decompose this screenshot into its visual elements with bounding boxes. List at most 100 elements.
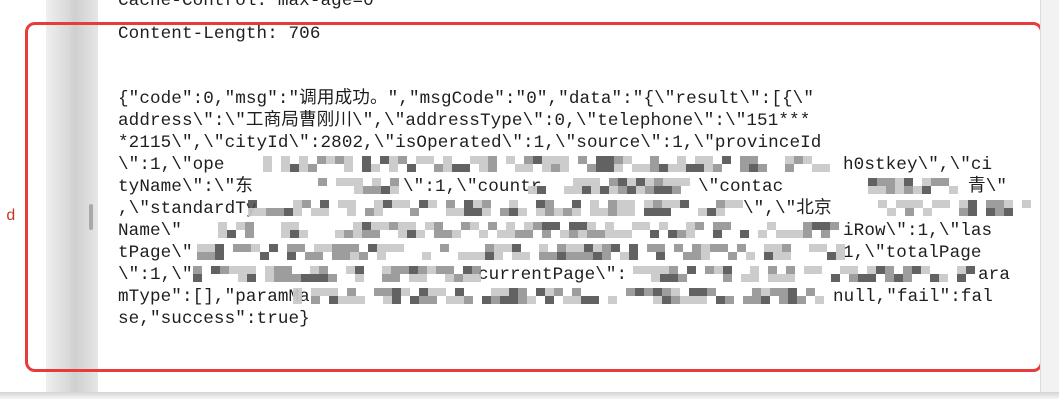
redaction-pixel bbox=[614, 230, 623, 238]
redaction-pixel bbox=[365, 208, 374, 216]
redaction-pixel bbox=[596, 156, 605, 164]
redaction-pixel bbox=[687, 266, 696, 274]
redaction-pixel bbox=[557, 244, 566, 252]
redaction-pixel bbox=[275, 208, 284, 216]
redaction-pixel bbox=[362, 156, 371, 164]
redaction-pixel bbox=[494, 252, 503, 260]
redaction-pixel bbox=[308, 164, 317, 172]
redaction-pixel bbox=[662, 208, 671, 216]
redaction-pixel bbox=[220, 266, 229, 274]
redaction-pixel bbox=[390, 178, 399, 186]
redaction-pixel bbox=[858, 274, 867, 282]
redaction-pixel bbox=[500, 296, 509, 304]
redaction-pixel bbox=[885, 274, 894, 282]
redaction-pixel bbox=[359, 252, 368, 260]
redaction-pixel bbox=[746, 252, 755, 260]
redaction-pixel bbox=[265, 266, 274, 274]
redaction-pixel bbox=[815, 296, 824, 304]
redaction-pixel bbox=[506, 230, 515, 238]
redaction-pixel bbox=[344, 156, 353, 164]
gutter-splitter-handle[interactable] bbox=[89, 204, 93, 230]
body-line-2: address\":\"工商局曹刚川\",\"addressType\":0,\… bbox=[118, 111, 811, 131]
redaction-pixel bbox=[353, 230, 362, 238]
redaction-pixel bbox=[669, 266, 678, 274]
redaction-pixel bbox=[644, 208, 653, 216]
redaction-pixel bbox=[617, 208, 626, 216]
redaction-pixel bbox=[836, 252, 845, 260]
redaction-pixel bbox=[463, 274, 472, 282]
bottom-edge bbox=[0, 392, 1059, 399]
redaction-pixel bbox=[233, 244, 242, 252]
fragment-irow: iRow\":1,\"las bbox=[843, 221, 993, 241]
redaction-pixel bbox=[689, 288, 698, 296]
redaction-pixel bbox=[713, 222, 722, 230]
redaction-pixel bbox=[551, 164, 560, 172]
redaction-pixel bbox=[768, 274, 777, 282]
body-line-1: {"code":0,"msg":"调用成功。","msgCode":"0","d… bbox=[118, 89, 814, 109]
redaction-pixel bbox=[728, 252, 737, 260]
redaction-pixel bbox=[310, 266, 319, 274]
redaction-pixel bbox=[401, 200, 410, 208]
redaction-pixel bbox=[575, 252, 584, 260]
redaction-pixel bbox=[653, 296, 662, 304]
redaction-pixel bbox=[912, 266, 921, 274]
redaction-pixel bbox=[320, 288, 329, 296]
redaction-pixel bbox=[656, 244, 665, 252]
redaction-pixel bbox=[410, 208, 419, 216]
redaction-pixel bbox=[782, 252, 791, 260]
redaction-pixel bbox=[599, 208, 608, 216]
redaction-pixel bbox=[283, 274, 292, 282]
redaction-pixel bbox=[707, 208, 716, 216]
margin-marker: d bbox=[6, 207, 16, 225]
redaction-pixel bbox=[608, 296, 617, 304]
redaction-pixel bbox=[668, 164, 677, 172]
body-line-7: Name\" bbox=[118, 221, 182, 241]
redaction-pixel bbox=[773, 244, 782, 252]
fragment-country: \":1,\"countr bbox=[403, 177, 542, 197]
redaction-pixel bbox=[335, 230, 344, 238]
redaction-pixel bbox=[777, 274, 786, 282]
redaction-pixel bbox=[680, 296, 689, 304]
redaction-pixel bbox=[551, 156, 560, 164]
redaction-pixel bbox=[671, 288, 680, 296]
redaction-pixel bbox=[383, 296, 392, 304]
redaction-pixel bbox=[794, 156, 803, 164]
redaction-pixel bbox=[247, 266, 256, 274]
redaction-pixel bbox=[602, 244, 611, 252]
redaction-pixel bbox=[377, 252, 386, 260]
redaction-pixel bbox=[788, 288, 797, 296]
redaction-pixel bbox=[632, 222, 641, 230]
redaction-pixel bbox=[409, 274, 418, 282]
redaction-pixel bbox=[290, 222, 299, 230]
redaction-pixel bbox=[608, 208, 617, 216]
redaction-pixel bbox=[206, 244, 215, 252]
redaction-pixel bbox=[786, 274, 795, 282]
redaction-pixel bbox=[422, 252, 431, 260]
redaction-pixel bbox=[695, 222, 704, 230]
redaction-pixel bbox=[263, 156, 272, 164]
redaction-pixel bbox=[293, 288, 302, 296]
redaction-pixel bbox=[707, 288, 716, 296]
redaction-pixel bbox=[922, 178, 931, 186]
redaction-pixel bbox=[660, 266, 669, 274]
response-text-editor[interactable]: Cache-Control: max-age=0 Content-Length:… bbox=[98, 0, 1040, 392]
redaction-pixel bbox=[281, 230, 290, 238]
body-line-4: \":1,\"ope bbox=[118, 155, 225, 175]
redaction-pixel bbox=[573, 178, 582, 186]
redaction-pixel bbox=[392, 296, 401, 304]
redaction-pixel bbox=[651, 266, 660, 274]
redaction-pixel bbox=[677, 164, 686, 172]
redaction-pixel bbox=[668, 230, 677, 238]
redaction-pixel bbox=[332, 244, 341, 252]
redaction-pixel bbox=[329, 288, 338, 296]
redaction-pixel bbox=[654, 178, 663, 186]
redaction-pixel bbox=[868, 178, 877, 186]
redaction-pixel bbox=[886, 186, 895, 194]
vertical-scrollbar[interactable] bbox=[1040, 0, 1059, 392]
redaction-pixel bbox=[416, 156, 425, 164]
redaction-pixel bbox=[266, 208, 275, 216]
redaction-pixel bbox=[617, 200, 626, 208]
redaction-pixel bbox=[446, 208, 455, 216]
redaction-pixel bbox=[653, 200, 662, 208]
redaction-pixel bbox=[605, 156, 614, 164]
